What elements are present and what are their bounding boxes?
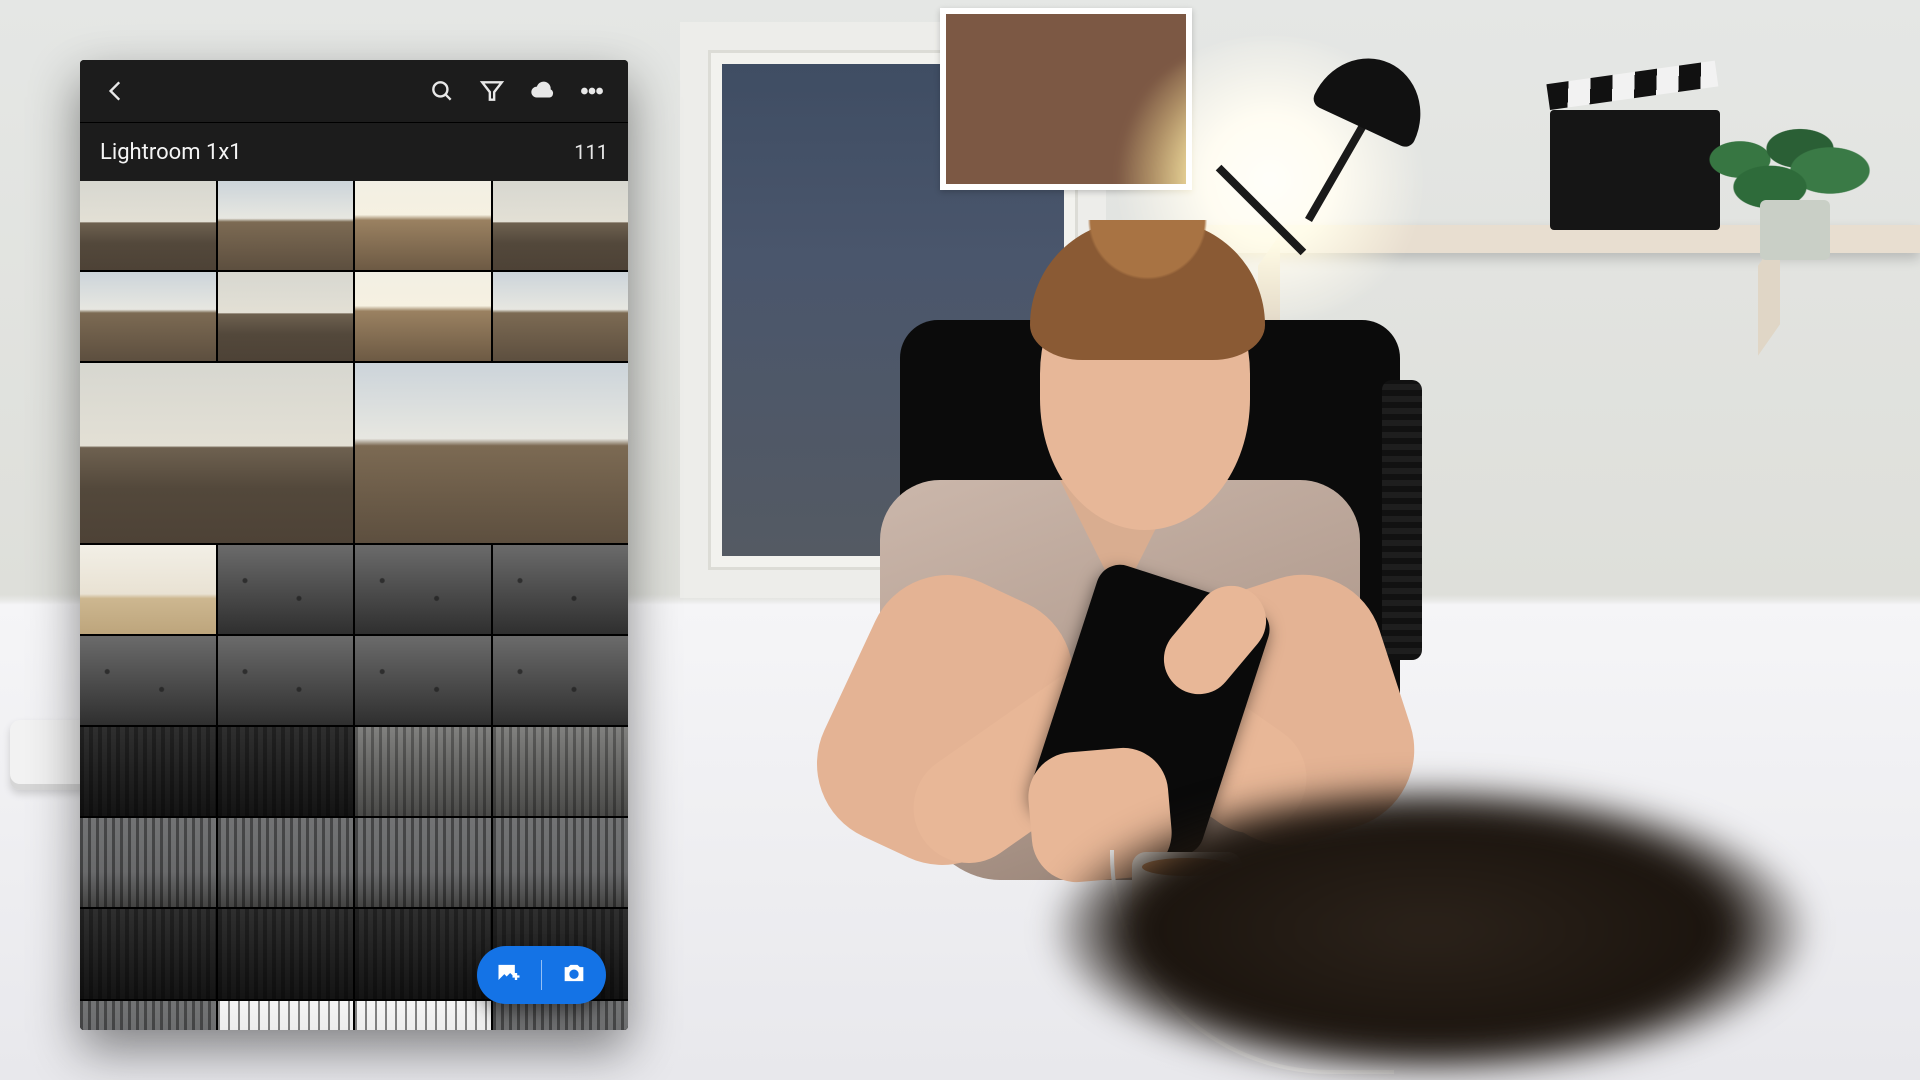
- photo-thumbnail[interactable]: [355, 1001, 491, 1030]
- search-button[interactable]: [420, 69, 464, 113]
- back-button[interactable]: [94, 69, 138, 113]
- photo-thumbnail[interactable]: [355, 363, 628, 543]
- photo-thumbnail[interactable]: [80, 636, 216, 725]
- cloud-sync-button[interactable]: [520, 69, 564, 113]
- album-photo-count: 111: [574, 140, 608, 164]
- photo-thumbnail[interactable]: [493, 727, 629, 816]
- fab-divider: [541, 960, 543, 990]
- photo-thumbnail[interactable]: [355, 727, 491, 816]
- open-camera-button[interactable]: [560, 959, 588, 991]
- more-horizontal-icon: [579, 78, 605, 104]
- cloud-icon: [529, 78, 555, 104]
- photo-thumbnail[interactable]: [493, 1001, 629, 1030]
- photo-thumbnail[interactable]: [493, 818, 629, 907]
- add-image-icon: [495, 959, 523, 987]
- photo-thumbnail[interactable]: [80, 909, 216, 998]
- photo-thumbnail[interactable]: [218, 727, 354, 816]
- photo-thumbnail[interactable]: [218, 272, 354, 361]
- chevron-left-icon: [103, 78, 129, 104]
- background-charger: [10, 720, 90, 790]
- photo-grid: [80, 181, 628, 1030]
- photo-thumbnail[interactable]: [218, 818, 354, 907]
- album-header[interactable]: Lightroom 1x1 111: [80, 122, 628, 181]
- photo-thumbnail[interactable]: [355, 272, 491, 361]
- album-title: Lightroom 1x1: [100, 140, 242, 165]
- background-camera-blur: [1050, 780, 1810, 1080]
- add-capture-fab[interactable]: [477, 946, 607, 1004]
- photo-thumbnail[interactable]: [218, 909, 354, 998]
- add-photos-button[interactable]: [495, 959, 523, 991]
- photo-thumbnail[interactable]: [493, 181, 629, 270]
- lightroom-app: Lightroom 1x1 111: [80, 60, 628, 1030]
- photo-thumbnail[interactable]: [493, 272, 629, 361]
- photo-thumbnail[interactable]: [80, 727, 216, 816]
- photo-thumbnail[interactable]: [80, 545, 216, 634]
- photo-thumbnail[interactable]: [355, 181, 491, 270]
- photo-thumbnail[interactable]: [80, 1001, 216, 1030]
- app-topbar: [80, 60, 628, 122]
- photo-grid-scroll[interactable]: [80, 181, 628, 1030]
- filter-button[interactable]: [470, 69, 514, 113]
- background-plant: [1670, 120, 1890, 260]
- photo-thumbnail[interactable]: [355, 909, 491, 998]
- photo-thumbnail[interactable]: [493, 545, 629, 634]
- search-icon: [429, 78, 455, 104]
- camera-icon: [560, 959, 588, 987]
- photo-thumbnail[interactable]: [218, 636, 354, 725]
- photo-thumbnail[interactable]: [218, 181, 354, 270]
- photo-thumbnail[interactable]: [218, 1001, 354, 1030]
- photo-thumbnail[interactable]: [80, 818, 216, 907]
- photo-thumbnail[interactable]: [355, 545, 491, 634]
- filter-icon: [479, 78, 505, 104]
- photo-thumbnail[interactable]: [493, 636, 629, 725]
- photo-thumbnail[interactable]: [355, 818, 491, 907]
- photo-thumbnail[interactable]: [355, 636, 491, 725]
- photo-thumbnail[interactable]: [80, 272, 216, 361]
- photo-thumbnail[interactable]: [80, 363, 353, 543]
- photo-thumbnail[interactable]: [218, 545, 354, 634]
- photo-thumbnail[interactable]: [80, 181, 216, 270]
- more-options-button[interactable]: [570, 69, 614, 113]
